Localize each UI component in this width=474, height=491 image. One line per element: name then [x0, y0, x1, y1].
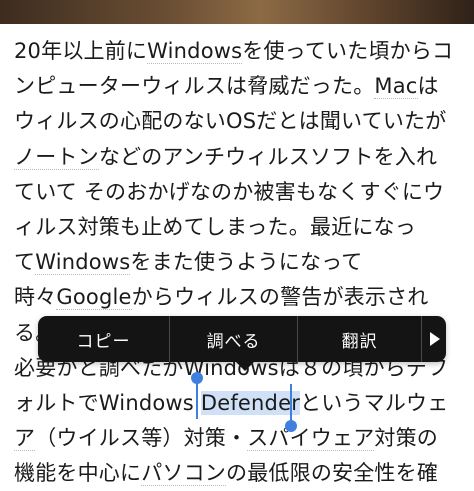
selection-start-handle[interactable]: [196, 379, 198, 419]
keyword-link[interactable]: Mac: [374, 74, 418, 100]
text-run: というマルウェ: [300, 390, 449, 415]
text-run: て: [14, 250, 36, 275]
article-body: 20年以上前にWindowsを使っていた頃からコ ンピューターウィルスは脅威だっ…: [14, 34, 464, 491]
selection-end-handle[interactable]: [290, 384, 292, 424]
selection-start-knob[interactable]: [191, 372, 203, 384]
article-line: ノートンなどのアンチウィルスソフトを入れ: [14, 140, 464, 175]
keyword-link[interactable]: ノートン: [14, 144, 99, 170]
article-line: てWindowsをまた使うようになって: [14, 245, 464, 280]
text-run: の最低限の安全性を確: [226, 461, 439, 486]
text-run: ンピューターウィルスは脅威だった。: [14, 74, 375, 99]
text-run: をまた使うようになって: [130, 250, 363, 275]
article-line: 機能を中心にパソコンの最低限の安全性を確: [14, 456, 464, 491]
text-run: 20年以上前に: [14, 39, 148, 63]
text-run: ウィルスの心配のないOSだとは聞いていたが: [14, 109, 447, 134]
text-run: 機能を中心に: [14, 461, 142, 486]
text-run: ていて そのおかげなのか被害もなくすぐにウ: [14, 179, 445, 204]
translate-button[interactable]: 翻訳: [298, 316, 421, 362]
keyword-link[interactable]: スパイウェア: [247, 426, 375, 452]
article-line: 時々Googleからウィルスの警告が表示され: [14, 280, 464, 315]
more-options-button[interactable]: [422, 316, 446, 362]
text-run: などのアンチウィルスソフトを入れ: [98, 144, 438, 169]
article-line: ィルス対策も止めてしまった。最近になっ: [14, 210, 464, 245]
article-line: ォルトでWindows Defenderというマルウェ: [14, 386, 464, 421]
keyword-link[interactable]: パソコン: [141, 461, 227, 487]
article-line: ウィルスの心配のないOSだとは聞いていたが: [14, 104, 464, 139]
article-line: ア（ウイルス等）対策・スパイウェア対策の: [14, 421, 464, 456]
menu-pointer-arrow: [235, 361, 255, 371]
text-selection-menu: コピー 調べる 翻訳: [38, 316, 446, 362]
text-run: を使っていた頃からコ: [242, 39, 454, 63]
keyword-link[interactable]: ア: [14, 426, 36, 452]
copy-button[interactable]: コピー: [38, 316, 169, 362]
text-run: ィルス対策も止めてしまった。最近になっ: [14, 214, 416, 239]
selected-text[interactable]: Defender: [200, 390, 301, 415]
lookup-button[interactable]: 調べる: [170, 316, 297, 362]
text-run: は: [417, 74, 439, 99]
keyword-link[interactable]: Windows: [35, 250, 131, 276]
selection-end-knob[interactable]: [285, 420, 297, 432]
text-run: （ウイルス等）対策・: [35, 426, 248, 451]
article-line: ていて そのおかげなのか被害もなくすぐにウ: [14, 175, 464, 210]
keyword-link[interactable]: Google: [56, 285, 132, 311]
article-line: 20年以上前にWindowsを使っていた頃からコ: [14, 34, 464, 69]
text-run: 時々: [14, 285, 57, 310]
keyword-link[interactable]: Windows: [147, 39, 243, 64]
header-image: [0, 0, 474, 24]
article-line: ンピューターウィルスは脅威だった。Macは: [14, 69, 464, 104]
text-run: ォルトでWindows: [14, 390, 201, 415]
text-run: 対策の: [374, 426, 439, 451]
play-triangle-icon: [430, 332, 441, 346]
text-run: からウィルスの警告が表示され: [131, 285, 429, 310]
